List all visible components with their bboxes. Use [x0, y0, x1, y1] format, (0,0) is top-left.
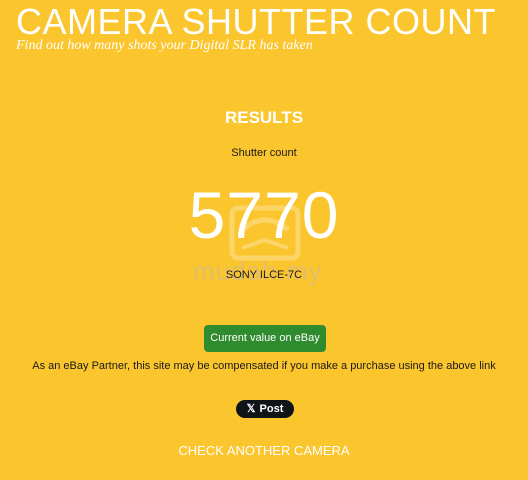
results-heading: RESULTS: [224, 108, 304, 127]
check-another-camera-link[interactable]: CHECK ANOTHER CAMERA: [0, 443, 528, 459]
shutter-count-value: 5770: [188, 178, 340, 252]
ebay-value-button[interactable]: Current value on eBay: [204, 325, 326, 352]
ebay-disclaimer: As an eBay Partner, this site may be com…: [32, 360, 496, 372]
site-tagline: Find out how many shots your Digital SLR…: [16, 38, 313, 53]
post-label: Post: [259, 403, 284, 415]
x-logo-icon: 𝕏: [246, 402, 256, 415]
site-title: CAMERA SHUTTER COUNT: [16, 1, 497, 42]
camera-model: SONY ILCE-7C: [225, 269, 303, 281]
shutter-count-label: Shutter count: [231, 147, 297, 159]
x-post-button[interactable]: 𝕏 Post: [236, 400, 294, 418]
